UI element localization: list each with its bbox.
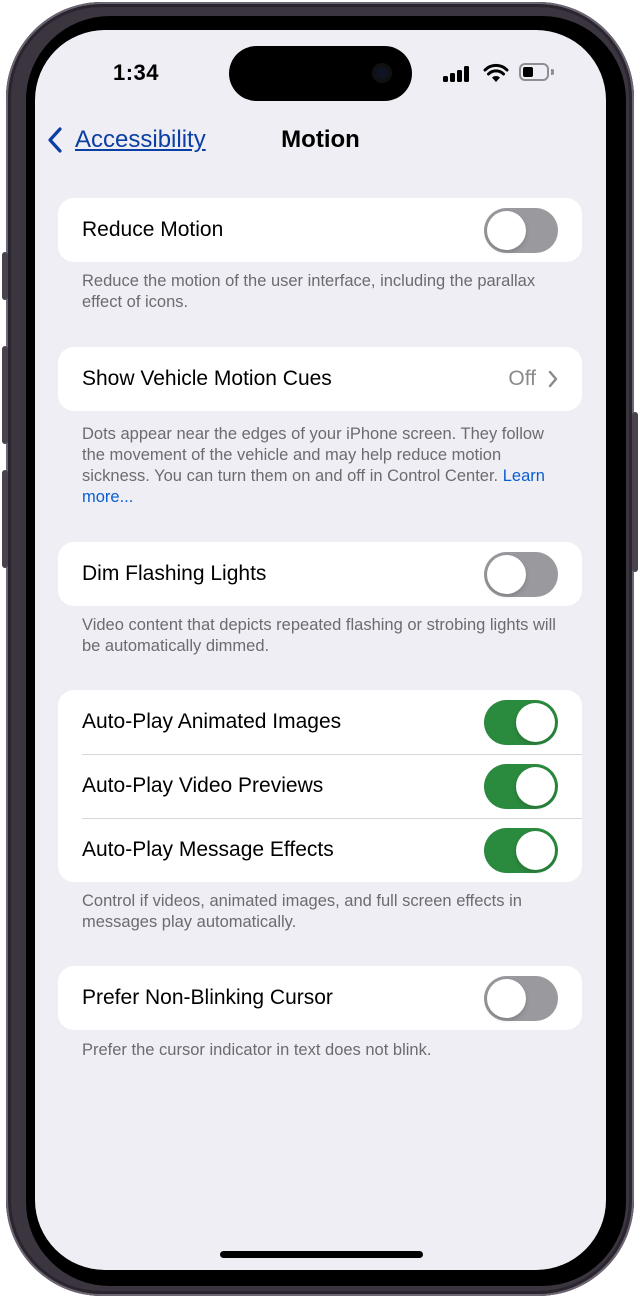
home-indicator <box>220 1251 423 1258</box>
autoplay-message-effects-label: Auto-Play Message Effects <box>82 838 334 861</box>
autoplay-message-effects-toggle[interactable] <box>484 827 558 873</box>
vehicle-motion-label: Show Vehicle Motion Cues <box>82 367 332 390</box>
reduce-motion-footer: Reduce the motion of the user interface,… <box>82 272 536 311</box>
battery-cap <box>551 69 554 75</box>
autoplay-animated-images-label: Auto-Play Animated Images <box>82 710 342 733</box>
autoplay-video-previews-toggle[interactable] <box>484 763 558 809</box>
autoplay-animated-images-toggle[interactable] <box>484 699 558 745</box>
autoplay-footer: Control if videos, animated images, and … <box>82 892 522 931</box>
reduce-motion-label: Reduce Motion <box>82 218 224 241</box>
screen: 1:34 Accessibility Motion Reduce Motion … <box>35 30 606 1270</box>
dim-flashing-toggle[interactable] <box>484 551 558 597</box>
cursor-group: Prefer Non-Blinking Cursor <box>58 966 582 1030</box>
autoplay-message-effects-row: Auto-Play Message Effects <box>58 818 582 882</box>
autoplay-video-previews-row: Auto-Play Video Previews <box>58 754 582 818</box>
dim-flashing-row: Dim Flashing Lights <box>58 542 582 606</box>
wifi-icon <box>483 63 509 82</box>
reduce-motion-row: Reduce Motion <box>58 198 582 262</box>
cursor-label: Prefer Non-Blinking Cursor <box>82 986 333 1009</box>
volume-up-button <box>2 346 8 444</box>
vehicle-motion-group: Show Vehicle Motion Cues Off <box>58 347 582 411</box>
status-time: 1:34 <box>113 60 160 85</box>
autoplay-animated-images-row: Auto-Play Animated Images <box>58 690 582 754</box>
reduce-motion-group: Reduce Motion <box>58 198 582 262</box>
cursor-row: Prefer Non-Blinking Cursor <box>58 966 582 1030</box>
vehicle-motion-row[interactable]: Show Vehicle Motion Cues Off <box>58 347 582 411</box>
autoplay-group: Auto-Play Animated Images Auto-Play Vide… <box>58 690 582 882</box>
dim-flashing-footer: Video content that depicts repeated flas… <box>82 616 556 655</box>
power-button <box>632 412 638 572</box>
vehicle-motion-footer-text: Dots appear near the edges of your iPhon… <box>82 425 544 485</box>
vehicle-motion-value: Off <box>508 367 536 390</box>
cellular-signal-icon <box>443 66 471 82</box>
cursor-toggle[interactable] <box>484 975 558 1021</box>
volume-down-button <box>2 470 8 568</box>
action-button <box>2 252 8 300</box>
dynamic-island <box>229 46 412 101</box>
dim-flashing-group: Dim Flashing Lights <box>58 542 582 606</box>
vehicle-motion-footer: Dots appear near the edges of your iPhon… <box>82 424 562 508</box>
cursor-footer: Prefer the cursor indicator in text does… <box>82 1041 432 1059</box>
front-camera-icon <box>372 63 392 83</box>
battery-icon <box>519 63 549 81</box>
page-title: Motion <box>281 126 360 153</box>
autoplay-video-previews-label: Auto-Play Video Previews <box>82 774 324 797</box>
dim-flashing-label: Dim Flashing Lights <box>82 562 267 585</box>
reduce-motion-toggle[interactable] <box>484 207 558 253</box>
chevron-right-icon <box>548 370 558 388</box>
